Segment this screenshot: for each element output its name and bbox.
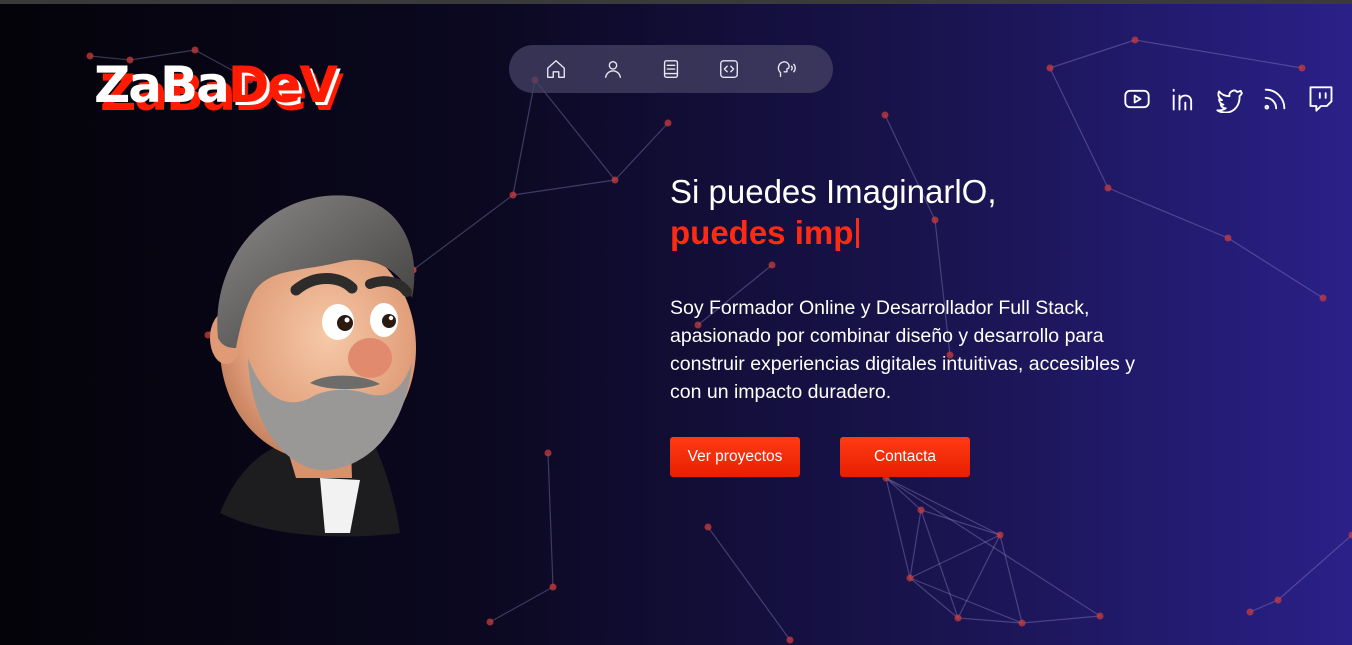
hero-headline: Si puedes ImaginarlO, — [670, 173, 997, 210]
book-icon — [663, 60, 679, 78]
network-link — [1249, 599, 1279, 613]
network-node — [1246, 608, 1254, 616]
nav-contact-button[interactable] — [773, 56, 799, 82]
logo-text: ZaBaDeV — [94, 56, 338, 114]
view-projects-button[interactable]: Ver proyectos — [670, 437, 800, 477]
network-link — [885, 477, 922, 511]
network-node — [996, 531, 1004, 539]
rss-link[interactable] — [1260, 84, 1290, 114]
typewriter-cursor — [856, 218, 860, 248]
linkedin-link[interactable] — [1168, 84, 1198, 114]
avatar-illustration — [210, 195, 416, 537]
network-link — [1049, 39, 1136, 69]
network-link — [885, 477, 1101, 617]
network-node — [509, 191, 517, 199]
twitter-link[interactable] — [1214, 84, 1244, 114]
network-node — [486, 618, 494, 626]
network-link — [1277, 534, 1352, 601]
network-link — [547, 452, 554, 588]
nav-home-button[interactable] — [543, 56, 569, 82]
network-link — [1021, 615, 1101, 624]
network-node — [549, 583, 557, 591]
network-node — [786, 636, 794, 644]
network-node — [917, 506, 925, 514]
network-node — [1096, 612, 1104, 620]
network-link — [1107, 187, 1229, 239]
twitch-icon — [1309, 86, 1333, 112]
speech-icon — [777, 61, 797, 78]
network-node — [86, 52, 94, 60]
network-link — [999, 534, 1023, 624]
logo-text-red: DeV — [227, 56, 338, 114]
user-icon — [605, 60, 622, 78]
network-link — [707, 526, 791, 641]
network-link — [512, 79, 536, 196]
hero-bio: Soy Formador Online y Desarrollador Full… — [670, 297, 1135, 403]
network-node — [704, 523, 712, 531]
network-link — [920, 509, 959, 619]
network-node — [1274, 596, 1282, 604]
network-link — [885, 477, 911, 579]
network-link — [534, 79, 616, 181]
code-icon — [719, 60, 738, 78]
brand-logo[interactable]: ZaBaDeV ZaBaDeV — [94, 56, 364, 126]
main-nav — [509, 45, 833, 93]
network-link — [489, 586, 554, 623]
network-node — [768, 261, 776, 269]
network-node — [1018, 619, 1026, 627]
network-node — [544, 449, 552, 457]
logo-text-white: ZaBa — [94, 56, 230, 114]
twitch-link[interactable] — [1306, 84, 1336, 114]
network-link — [512, 179, 616, 196]
youtube-icon — [1124, 89, 1150, 109]
rss-icon — [1264, 88, 1286, 110]
network-node — [931, 216, 939, 224]
network-node — [1224, 234, 1232, 242]
network-node — [906, 574, 914, 582]
twitter-icon — [1216, 89, 1243, 113]
network-link — [909, 509, 922, 579]
network-node — [881, 111, 889, 119]
network-link — [1227, 237, 1324, 299]
network-link — [909, 577, 1023, 624]
network-node — [954, 614, 962, 622]
network-link — [920, 509, 1001, 536]
network-link — [909, 534, 1001, 579]
youtube-link[interactable] — [1122, 84, 1152, 114]
network-node — [1046, 64, 1054, 72]
network-link — [1134, 39, 1303, 69]
network-node — [664, 119, 672, 127]
nav-resume-button[interactable] — [658, 56, 684, 82]
contact-button[interactable]: Contacta — [840, 437, 970, 477]
network-node — [611, 176, 619, 184]
network-link — [1049, 67, 1109, 189]
network-node — [1104, 184, 1112, 192]
network-node — [1131, 36, 1139, 44]
linkedin-icon — [1172, 88, 1193, 111]
network-node — [1298, 64, 1306, 72]
hero-typewriter-text: puedes imp — [670, 214, 854, 251]
network-link — [614, 122, 669, 181]
social-links — [1122, 84, 1336, 114]
network-link — [885, 477, 1001, 536]
hero-typewriter: puedes imp — [670, 214, 860, 252]
nav-about-button[interactable] — [600, 56, 626, 82]
network-node — [191, 46, 199, 54]
home-icon — [546, 60, 565, 78]
nav-projects-button[interactable] — [716, 56, 742, 82]
network-node — [1319, 294, 1327, 302]
